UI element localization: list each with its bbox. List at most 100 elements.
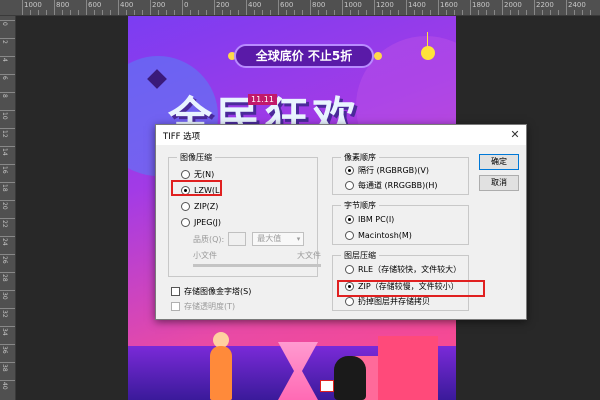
ruler-tick (118, 0, 119, 15)
ruler-tick (0, 20, 15, 21)
ruler-tick (366, 10, 367, 15)
ruler-tick (326, 10, 327, 15)
dialog-title: TIFF 选项 (163, 132, 201, 142)
ruler-tick (0, 182, 15, 183)
ruler-tick (0, 344, 15, 345)
ruler-tick (486, 10, 487, 15)
ruler-tick (0, 254, 15, 255)
ruler-tick (254, 10, 255, 15)
radio-pixel-per-channel[interactable]: 每通道 (RRGGBB)(H) (345, 179, 438, 191)
ruler-tick (238, 10, 239, 15)
quality-slider[interactable] (193, 264, 321, 267)
cancel-button[interactable]: 取消 (479, 175, 519, 191)
save-pyramid-checkbox[interactable]: 存储图像金字塔(S) (171, 285, 251, 297)
ruler-tick (94, 10, 95, 15)
ruler-tick (502, 0, 503, 15)
ruler-tick (0, 308, 15, 309)
ruler-tick (558, 10, 559, 15)
ruler-label: 0 (1, 22, 8, 26)
ruler-tick (518, 10, 519, 15)
radio-compression-jpeg[interactable]: JPEG(J) (181, 216, 221, 228)
save-transparency-checkbox[interactable]: 存储透明度(T) (171, 300, 235, 312)
ruler-tick (0, 326, 15, 327)
radio-selected-icon (345, 214, 354, 224)
ruler-tick (494, 10, 495, 15)
person-illustration (210, 346, 232, 400)
ruler-label: 800 (312, 1, 326, 9)
quality-select[interactable]: 最大值 ▾ (252, 232, 305, 246)
radio-compression-zip[interactable]: ZIP(Z) (181, 200, 218, 212)
radio-icon (181, 169, 190, 179)
ruler-tick (46, 10, 47, 15)
ruler-tick (0, 362, 15, 363)
ruler-label: 600 (88, 1, 102, 9)
ruler-label: 400 (120, 1, 134, 9)
ruler-tick (0, 236, 15, 237)
vertical-ruler[interactable]: 0 2 4 6 8 10 12 14 16 18 20 22 24 26 28 30 32 34 36 38 40 (0, 16, 16, 400)
horizontal-ruler[interactable]: 1000 800 600 400 200 0 200 400 600 800 1000 1200 140… (0, 0, 600, 16)
ruler-tick (398, 10, 399, 15)
ruler-tick (78, 10, 79, 15)
ruler-label: 200 (152, 1, 166, 9)
ruler-tick (438, 0, 439, 15)
radio-layer-rle[interactable]: RLE（存储较快，文件较大） (345, 263, 461, 275)
checkbox-icon (171, 301, 180, 311)
ruler-tick (0, 56, 15, 57)
ruler-tick (0, 128, 15, 129)
ruler-label: 28 (1, 274, 8, 282)
ruler-label: 200 (216, 1, 230, 9)
radio-compression-none[interactable]: 无(N) (181, 168, 214, 180)
radio-compression-lzw[interactable]: LZW(L) (181, 184, 223, 196)
ruler-label: 400 (248, 1, 262, 9)
ruler-label: 14 (1, 148, 8, 156)
image-compression-group: 图像压缩 无(N) LZW(L) ZIP(Z) JPEG(J) 品质(Q): 最… (168, 152, 321, 277)
dialog-titlebar[interactable]: TIFF 选项 ✕ (156, 125, 526, 145)
ruler-tick (566, 0, 567, 15)
flag-illustration (320, 380, 334, 392)
ruler-tick (574, 10, 575, 15)
close-icon[interactable]: ✕ (506, 126, 524, 144)
ruler-tick (430, 10, 431, 15)
ruler-tick (110, 10, 111, 15)
poster-banner: 全球底价 不止5折 (234, 44, 374, 68)
ruler-label: 38 (1, 364, 8, 372)
ruler-tick (102, 10, 103, 15)
ruler-tick (590, 10, 591, 15)
ruler-label: 26 (1, 256, 8, 264)
radio-byte-ibmpc[interactable]: IBM PC(I) (345, 213, 394, 225)
ruler-label: 1000 (344, 1, 362, 9)
radio-byte-macintosh[interactable]: Macintosh(M) (345, 229, 412, 241)
pixel-order-group: 像素顺序 隔行 (RGBRGB)(V) 每通道 (RRGGBB)(H) (332, 152, 469, 195)
ruler-tick (414, 10, 415, 15)
ruler-tick (342, 0, 343, 15)
small-file-label: 小文件 (193, 251, 217, 260)
quality-input[interactable] (228, 232, 247, 246)
ruler-label: 32 (1, 310, 8, 318)
ruler-label: 10 (1, 112, 8, 120)
radio-icon (181, 201, 190, 211)
option-label: LZW(L) (194, 185, 223, 195)
ruler-tick (38, 10, 39, 15)
ruler-label: 40 (1, 382, 8, 390)
ruler-tick (150, 0, 151, 15)
radio-layer-zip[interactable]: ZIP（存储较慢，文件较小） (345, 280, 459, 292)
radio-icon (345, 180, 354, 190)
group-legend: 图层压缩 (341, 250, 379, 261)
ruler-tick (0, 92, 15, 93)
decor-ball (421, 46, 435, 60)
ruler-tick (462, 10, 463, 15)
radio-pixel-interleaved[interactable]: 隔行 (RGBRGB)(V) (345, 164, 429, 176)
option-label: ZIP（存储较慢，文件较小） (358, 281, 459, 291)
quality-label: 品质(Q): (193, 234, 225, 244)
layer-compression-group: 图层压缩 RLE（存储较快，文件较大） ZIP（存储较慢，文件较小） 扔掉图层并… (332, 250, 469, 311)
radio-layer-discard[interactable]: 扔掉图层并存储拷贝 (345, 295, 430, 307)
ruler-tick (262, 10, 263, 15)
ruler-tick (126, 10, 127, 15)
ruler-tick (206, 10, 207, 15)
ruler-tick (158, 10, 159, 15)
ok-button[interactable]: 确定 (479, 154, 519, 170)
ruler-tick (542, 10, 543, 15)
ruler-tick (30, 10, 31, 15)
radio-icon (345, 264, 354, 274)
ruler-tick (0, 380, 15, 381)
